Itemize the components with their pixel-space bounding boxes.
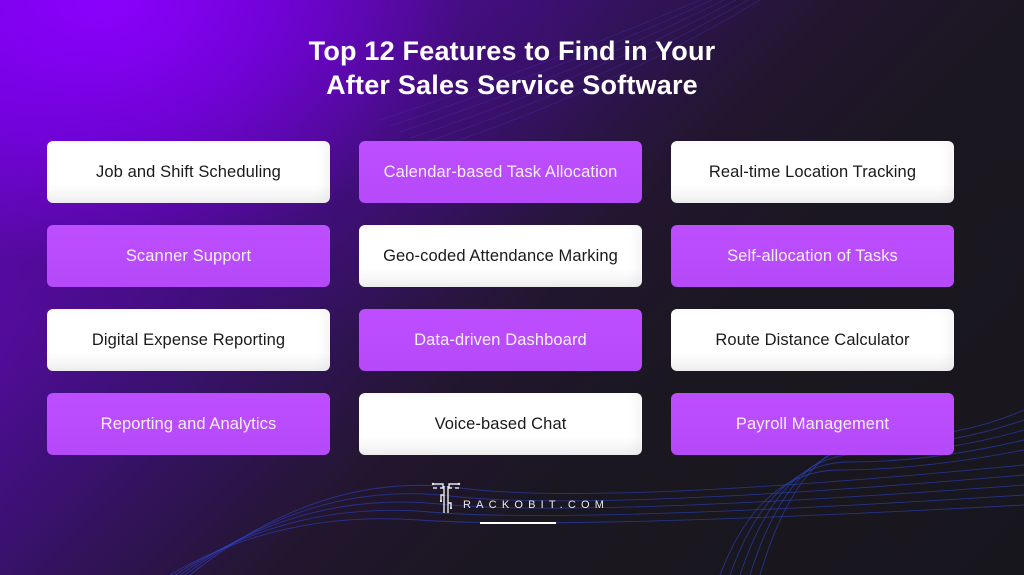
feature-label: Job and Shift Scheduling [96,162,281,181]
feature-card-digital-expense-reporting: Digital Expense Reporting [47,309,330,371]
title-line-2: After Sales Service Software [326,70,698,100]
feature-card-data-driven-dashboard: Data-driven Dashboard [359,309,642,371]
feature-card-voice-based-chat: Voice-based Chat [359,393,642,455]
feature-card-calendar-task-allocation: Calendar-based Task Allocation [359,141,642,203]
feature-label: Payroll Management [735,414,890,433]
logo-underline [480,522,556,524]
feature-label: Voice-based Chat [434,414,567,433]
feature-label: Route Distance Calculator [715,330,910,349]
feature-label: Self-allocation of Tasks [727,246,898,265]
feature-card-geo-coded-attendance: Geo-coded Attendance Marking [359,225,642,287]
feature-label: Calendar-based Task Allocation [383,162,618,181]
feature-label: Scanner Support [125,246,252,265]
feature-card-real-time-location-tracking: Real-time Location Tracking [671,141,954,203]
title-line-1: Top 12 Features to Find in Your [308,36,716,66]
feature-label: Digital Expense Reporting [91,330,286,349]
feature-card-reporting-analytics: Reporting and Analytics [47,393,330,455]
feature-label: Real-time Location Tracking [708,162,917,181]
feature-label: Data-driven Dashboard [414,330,587,349]
trackobit-t-circuit-icon [431,482,461,513]
feature-card-route-distance-calculator: Route Distance Calculator [671,309,954,371]
logo-text: RACKOBIT.COM [463,499,610,511]
page-title: Top 12 Features to Find in Your After Sa… [0,34,1024,102]
feature-label: Reporting and Analytics [100,414,277,433]
feature-card-scanner-support: Scanner Support [47,225,330,287]
trackobit-logo: RACKOBIT.COM [431,481,609,515]
feature-label: Geo-coded Attendance Marking [383,246,618,265]
feature-card-job-shift-scheduling: Job and Shift Scheduling [47,141,330,203]
feature-card-payroll-management: Payroll Management [671,393,954,455]
feature-card-self-allocation-tasks: Self-allocation of Tasks [671,225,954,287]
